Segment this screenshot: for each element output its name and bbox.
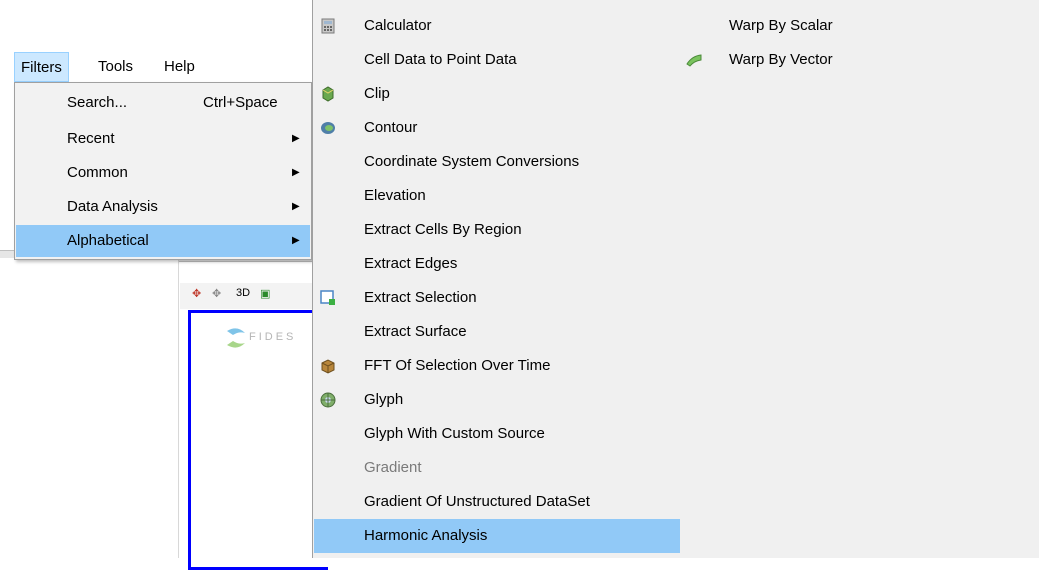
filter-label: Extract Cells By Region bbox=[364, 221, 522, 238]
filter-cell-data-to-point-data[interactable]: Cell Data to Point Data bbox=[314, 43, 680, 77]
filter-label: Gradient bbox=[364, 459, 422, 476]
filter-extract-edges[interactable]: Extract Edges bbox=[314, 247, 680, 281]
calculator-icon bbox=[321, 18, 335, 34]
camera-icon[interactable]: ▣ bbox=[260, 287, 270, 300]
fft-icon bbox=[321, 359, 335, 374]
view-toolbar: ✥ ✥ 3D ▣ bbox=[180, 283, 312, 309]
filter-coordinate-system-conversions[interactable]: Coordinate System Conversions bbox=[314, 145, 680, 179]
menu-bar: Filters Tools Help bbox=[0, 52, 312, 82]
submenu-arrow-icon: ▶ bbox=[292, 133, 300, 144]
filter-label: Warp By Vector bbox=[729, 51, 833, 68]
zoom-icon[interactable]: ✥ bbox=[212, 287, 221, 300]
warp-vector-icon bbox=[686, 54, 702, 67]
filter-label: Glyph With Custom Source bbox=[364, 425, 545, 442]
menu-item-shortcut: Ctrl+Space bbox=[203, 94, 278, 111]
filter-glyph-with-custom-source[interactable]: Glyph With Custom Source bbox=[314, 417, 680, 451]
filter-label: Elevation bbox=[364, 187, 426, 204]
fides-logo-text: FIDES bbox=[249, 331, 297, 343]
filter-label: Coordinate System Conversions bbox=[364, 153, 580, 170]
menu-item-label: Common bbox=[67, 164, 128, 181]
filter-label: Clip bbox=[364, 85, 390, 102]
filters-menu: Search... Ctrl+Space Recent ▶ Common ▶ D… bbox=[14, 82, 312, 260]
filter-contour[interactable]: Contour bbox=[314, 111, 680, 145]
clip-icon bbox=[322, 86, 334, 102]
filters-menu-data-analysis[interactable]: Data Analysis ▶ bbox=[16, 191, 310, 223]
filter-extract-selection[interactable]: Extract Selection bbox=[314, 281, 680, 315]
submenu-arrow-icon: ▶ bbox=[292, 201, 300, 212]
submenu-arrow-icon: ▶ bbox=[292, 235, 300, 246]
reset-camera-icon[interactable]: ✥ bbox=[192, 287, 201, 300]
menu-tools[interactable]: Tools bbox=[92, 52, 139, 82]
pipeline-browser-panel bbox=[0, 258, 179, 558]
menu-item-label: Recent bbox=[67, 130, 115, 147]
fides-logo-icon bbox=[227, 328, 245, 348]
contour-icon bbox=[321, 122, 335, 134]
menu-item-label: Alphabetical bbox=[67, 232, 149, 249]
filter-extract-surface[interactable]: Extract Surface bbox=[314, 315, 680, 349]
filter-label: Glyph bbox=[364, 391, 404, 408]
filter-label: Warp By Scalar bbox=[729, 17, 833, 34]
filter-label: Contour bbox=[364, 119, 418, 136]
menu-filters[interactable]: Filters bbox=[14, 52, 69, 82]
filter-warp-by-scalar[interactable]: Warp By Scalar bbox=[679, 9, 919, 43]
filter-label: FFT Of Selection Over Time bbox=[364, 357, 551, 374]
glyph-icon bbox=[320, 392, 336, 408]
menu-help[interactable]: Help bbox=[158, 52, 201, 82]
toggle-3d-button[interactable]: 3D bbox=[236, 287, 250, 299]
menu-item-label: Data Analysis bbox=[67, 198, 158, 215]
filter-label: Calculator bbox=[364, 17, 432, 34]
filter-label: Cell Data to Point Data bbox=[364, 51, 517, 68]
filter-calculator[interactable]: Calculator bbox=[314, 9, 680, 43]
filter-label: Extract Surface bbox=[364, 323, 467, 340]
filter-label: Gradient Of Unstructured DataSet bbox=[364, 493, 590, 510]
extract-selection-icon bbox=[320, 290, 335, 305]
filter-harmonic-analysis[interactable]: Harmonic Analysis bbox=[314, 519, 680, 553]
filter-clip[interactable]: Clip bbox=[314, 77, 680, 111]
filter-fft-of-selection-over-time[interactable]: FFT Of Selection Over Time bbox=[314, 349, 680, 383]
filter-gradient: Gradient bbox=[314, 451, 680, 485]
filter-label: Harmonic Analysis bbox=[364, 527, 488, 544]
filter-extract-cells-by-region[interactable]: Extract Cells By Region bbox=[314, 213, 680, 247]
submenu-arrow-icon: ▶ bbox=[292, 167, 300, 178]
filters-menu-recent[interactable]: Recent ▶ bbox=[16, 123, 310, 155]
filters-menu-common[interactable]: Common ▶ bbox=[16, 157, 310, 189]
filter-elevation[interactable]: Elevation bbox=[314, 179, 680, 213]
alphabetical-submenu: Calculator Cell Data to Point Data Clip … bbox=[312, 0, 1039, 558]
filter-glyph[interactable]: Glyph bbox=[314, 383, 680, 417]
filter-label: Extract Selection bbox=[364, 289, 477, 306]
filters-menu-alphabetical[interactable]: Alphabetical ▶ bbox=[16, 225, 310, 257]
filter-label: Extract Edges bbox=[364, 255, 458, 272]
filter-warp-by-vector[interactable]: Warp By Vector bbox=[679, 43, 919, 77]
render-view[interactable]: FIDES bbox=[188, 310, 328, 570]
filter-gradient-of-unstructured-dataset[interactable]: Gradient Of Unstructured DataSet bbox=[314, 485, 680, 519]
menu-item-label: Search... bbox=[67, 94, 128, 111]
filters-menu-search[interactable]: Search... Ctrl+Space bbox=[16, 87, 310, 119]
